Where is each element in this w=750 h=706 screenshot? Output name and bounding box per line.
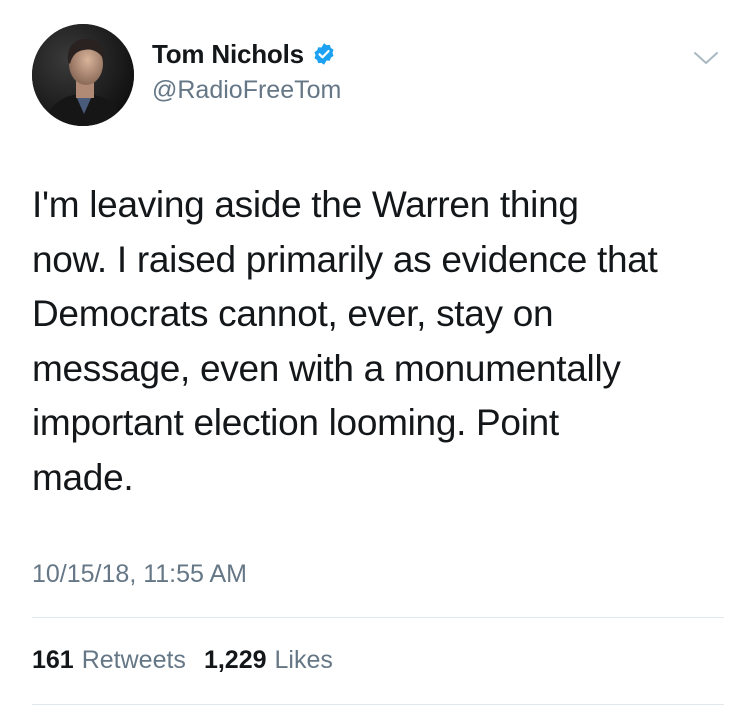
tweet-text: I'm leaving aside the Warren thing now. … — [32, 184, 658, 498]
avatar[interactable] — [32, 24, 134, 126]
display-name[interactable]: Tom Nichols — [152, 39, 304, 70]
retweets-stat[interactable]: 161 Retweets — [32, 646, 186, 675]
author-name-row[interactable]: Tom Nichols — [152, 38, 336, 70]
divider — [32, 617, 724, 618]
tweet-stats: 161 Retweets 1,229 Likes — [32, 646, 351, 675]
likes-count: 1,229 — [203, 646, 267, 674]
retweets-count: 161 — [32, 646, 74, 674]
author-handle[interactable]: @RadioFreeTom — [152, 76, 341, 105]
retweets-label: Retweets — [81, 646, 186, 674]
verified-badge-icon — [312, 42, 336, 66]
divider — [32, 704, 724, 705]
chevron-down-icon[interactable] — [692, 48, 720, 68]
tweet-card: Tom Nichols @RadioFreeTom I'm leaving as… — [0, 0, 750, 706]
tweet-timestamp[interactable]: 10/15/18, 11:55 AM — [32, 560, 247, 589]
likes-stat[interactable]: 1,229 Likes — [204, 646, 333, 675]
likes-label: Likes — [274, 646, 333, 674]
avatar-photo — [32, 24, 134, 126]
